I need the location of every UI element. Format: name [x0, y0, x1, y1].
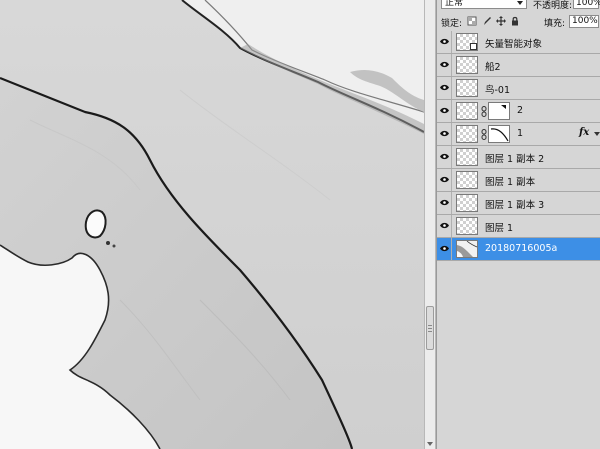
eye-icon	[440, 199, 449, 206]
lock-transparent-pixels-icon[interactable]	[467, 16, 477, 26]
photo-thumbnail-image	[457, 241, 477, 257]
canvas-vertical-scrollbar[interactable]	[424, 0, 436, 449]
rock-speck	[112, 244, 116, 248]
layer-row[interactable]: 船2	[437, 54, 600, 77]
visibility-toggle[interactable]	[437, 169, 452, 191]
opacity-input[interactable]: 100%	[573, 0, 600, 9]
layers-list: 矢量智能对象 船2 鸟-01 2 1 fx 图层 1 副本 2 图层 1 副本 …	[437, 31, 600, 261]
smart-object-badge-icon	[470, 43, 477, 50]
layer-name[interactable]: 船2	[485, 59, 501, 73]
layer-name[interactable]: 图层 1	[485, 220, 513, 234]
visibility-toggle[interactable]	[437, 215, 452, 237]
rock-speck	[106, 241, 110, 245]
layer-row[interactable]: 矢量智能对象	[437, 31, 600, 54]
mask-shape	[501, 105, 506, 109]
scroll-down-arrow-icon[interactable]	[427, 442, 433, 446]
scrollbar-thumb[interactable]	[426, 306, 434, 350]
layer-name[interactable]: 图层 1 副本	[485, 174, 535, 188]
fill-input[interactable]: 100%	[569, 15, 599, 28]
layer-thumbnail	[456, 194, 478, 212]
visibility-toggle[interactable]	[437, 100, 452, 122]
visibility-toggle[interactable]	[437, 77, 452, 99]
link-chain-icon[interactable]	[481, 129, 487, 140]
eye-icon	[440, 245, 449, 252]
lock-label: 锁定:	[441, 19, 463, 29]
fill-label: 填充:	[544, 19, 566, 29]
eye-icon	[440, 84, 449, 91]
layer-thumbnail	[456, 171, 478, 189]
chevron-down-icon	[517, 1, 523, 5]
expand-effects-arrow-icon[interactable]	[594, 132, 600, 136]
layer-row[interactable]: 图层 1 副本 2	[437, 146, 600, 169]
layer-thumbnail	[456, 125, 478, 143]
layer-row-selected[interactable]: 20180716005a	[437, 238, 600, 261]
blend-opacity-row: 正常 不透明度: 100%	[437, 0, 600, 11]
lock-image-pixels-brush-icon[interactable]	[482, 16, 492, 26]
layer-mask-thumbnail[interactable]	[488, 102, 510, 120]
eye-icon	[440, 222, 449, 229]
layer-effects-fx-icon[interactable]: fx	[579, 127, 589, 138]
layer-row[interactable]: 鸟-01	[437, 77, 600, 100]
layer-name[interactable]: 图层 1 副本 3	[485, 197, 544, 211]
layer-thumbnail	[456, 56, 478, 74]
rock-hole	[84, 209, 107, 239]
visibility-toggle[interactable]	[437, 123, 452, 145]
eye-icon	[440, 38, 449, 45]
eye-icon	[440, 176, 449, 183]
scrollbar-grip	[428, 325, 432, 326]
lock-fill-row: 锁定: 填充: 100%	[437, 12, 600, 32]
layer-name[interactable]: 2	[517, 105, 523, 116]
layer-thumbnail	[456, 102, 478, 120]
layer-thumbnail	[456, 240, 478, 258]
layer-mask-thumbnail[interactable]	[488, 125, 510, 143]
eye-icon	[440, 61, 449, 68]
blend-mode-select[interactable]: 正常	[441, 0, 527, 9]
visibility-toggle[interactable]	[437, 146, 452, 168]
visibility-toggle[interactable]	[437, 192, 452, 214]
layer-name[interactable]: 20180716005a	[485, 243, 557, 254]
layer-row[interactable]: 图层 1 副本	[437, 169, 600, 192]
eye-icon	[440, 153, 449, 160]
layer-name[interactable]: 矢量智能对象	[485, 36, 542, 50]
link-chain-icon[interactable]	[481, 106, 487, 117]
lock-all-padlock-icon[interactable]	[510, 16, 520, 26]
layer-thumbnail	[456, 217, 478, 235]
layer-row[interactable]: 图层 1	[437, 215, 600, 238]
layer-thumbnail	[456, 79, 478, 97]
layer-row[interactable]: 2	[437, 100, 600, 123]
visibility-toggle[interactable]	[437, 54, 452, 76]
lock-position-move-icon[interactable]	[496, 16, 506, 26]
layer-thumbnail	[456, 33, 478, 51]
eye-icon	[440, 107, 449, 114]
blend-mode-value: 正常	[445, 0, 464, 8]
scrollbar-grip	[428, 328, 432, 329]
mask-shape	[490, 128, 509, 142]
layer-row[interactable]: 1 fx	[437, 123, 600, 146]
document-canvas[interactable]	[0, 0, 424, 449]
ink-landscape-artwork	[0, 0, 424, 449]
layer-name[interactable]: 鸟-01	[485, 82, 510, 96]
layer-row[interactable]: 图层 1 副本 3	[437, 192, 600, 215]
layer-name[interactable]: 图层 1 副本 2	[485, 151, 544, 165]
eye-icon	[440, 130, 449, 137]
visibility-toggle[interactable]	[437, 238, 452, 260]
layer-name[interactable]: 1	[517, 128, 523, 139]
layer-thumbnail	[456, 148, 478, 166]
scrollbar-grip	[428, 331, 432, 332]
layers-panel: 正常 不透明度: 100% 锁定: 填充: 100% 矢量智能对象 船2 鸟-0…	[436, 0, 600, 449]
opacity-label: 不透明度:	[533, 1, 573, 11]
visibility-toggle[interactable]	[437, 31, 452, 53]
